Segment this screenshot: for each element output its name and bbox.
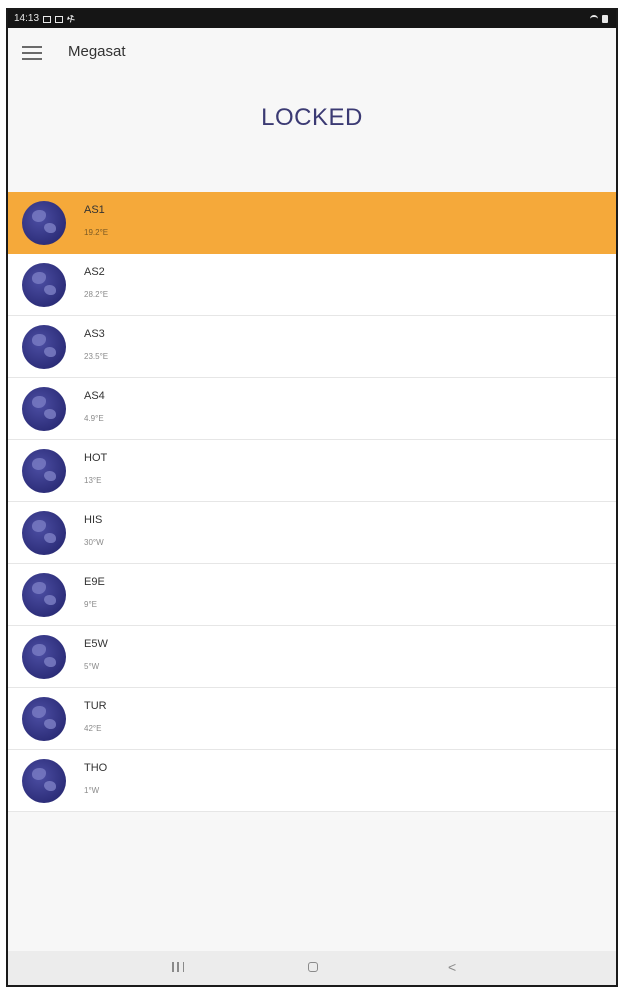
battery-icon <box>602 15 608 23</box>
home-icon[interactable] <box>308 962 318 972</box>
satellite-name: E9E <box>84 576 105 588</box>
satellite-position: 1°W <box>84 786 100 795</box>
satellite-position: 30°W <box>84 538 104 547</box>
satellite-list: AS1 19.2°E AS2 28.2°E AS3 23.5°E AS4 4.9°E HOT 13… <box>8 192 616 812</box>
satellite-name: HIS <box>84 514 103 526</box>
satellite-list-item[interactable]: TUR 42°E <box>8 688 616 750</box>
satellite-list-item[interactable]: THO 1°W <box>8 750 616 812</box>
wifi-icon <box>590 15 598 23</box>
navigation-bar: < <box>8 951 616 985</box>
satellite-list-item[interactable]: AS2 28.2°E <box>8 254 616 316</box>
satellite-list-item[interactable]: HIS 30°W <box>8 502 616 564</box>
satellite-name: E5W <box>84 638 108 650</box>
globe-icon <box>22 697 66 741</box>
globe-icon <box>22 573 66 617</box>
satellite-list-item[interactable]: AS4 4.9°E <box>8 378 616 440</box>
satellite-position: 4.9°E <box>84 414 104 423</box>
satellite-position: 5°W <box>84 662 100 671</box>
lock-status-title: LOCKED <box>261 104 363 131</box>
satellite-list-item[interactable]: E9E 9°E <box>8 564 616 626</box>
satellite-name: THO <box>84 762 108 774</box>
status-time: 14:13 <box>14 13 40 24</box>
satellite-list-item[interactable]: HOT 13°E <box>8 440 616 502</box>
globe-icon <box>22 635 66 679</box>
globe-icon <box>22 201 66 245</box>
satellite-name: HOT <box>84 452 108 464</box>
satellite-name: AS4 <box>84 390 105 402</box>
satellite-position: 23.5°E <box>84 352 109 361</box>
satellite-position: 19.2°E <box>84 228 109 237</box>
satellite-list-item[interactable]: AS1 19.2°E <box>8 192 616 254</box>
globe-icon <box>22 449 66 493</box>
hamburger-icon[interactable] <box>22 46 42 62</box>
globe-icon <box>22 511 66 555</box>
satellite-list-item[interactable]: E5W 5°W <box>8 626 616 688</box>
satellite-position: 42°E <box>84 724 102 733</box>
status-bar-left: 14:13 ⚒ <box>14 10 77 28</box>
recents-icon[interactable] <box>172 962 184 972</box>
globe-icon <box>22 759 66 803</box>
satellite-position: 28.2°E <box>84 290 109 299</box>
satellite-list-item[interactable]: AS3 23.5°E <box>8 316 616 378</box>
back-icon[interactable]: < <box>448 959 456 975</box>
satellite-position: 13°E <box>84 476 102 485</box>
app-bar: Megasat <box>8 28 616 80</box>
satellite-name: AS1 <box>84 204 105 216</box>
status-bar: 14:13 ⚒ <box>8 10 616 28</box>
device-frame: 14:13 ⚒ Megasat LOCKED AS1 19.2°E AS2 28.2°… <box>6 8 618 987</box>
satellite-name: TUR <box>84 700 107 712</box>
status-bar-right <box>590 10 608 28</box>
gallery-notification-icon <box>43 15 52 23</box>
globe-icon <box>22 387 66 431</box>
app-title: Megasat <box>68 43 126 60</box>
mail-notification-icon <box>55 15 64 23</box>
satellite-name: AS2 <box>84 266 105 278</box>
satellite-name: AS3 <box>84 328 105 340</box>
wrench-icon: ⚒ <box>65 12 78 26</box>
globe-icon <box>22 325 66 369</box>
globe-icon <box>22 263 66 307</box>
lock-status-header: LOCKED <box>8 80 616 190</box>
satellite-position: 9°E <box>84 600 97 609</box>
